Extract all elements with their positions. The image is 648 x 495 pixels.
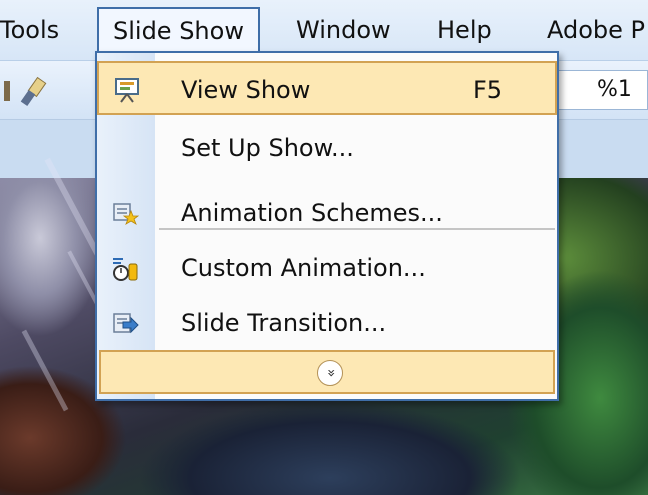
- zoom-field[interactable]: %1: [550, 70, 648, 110]
- slide-show-dropdown: View Show F5 Set Up Show... Animation Sc…: [95, 51, 559, 401]
- custom-animation-icon: [113, 258, 138, 281]
- custom-animation-label: Custom Animation...: [181, 254, 426, 282]
- view-show-icon: [115, 78, 139, 103]
- menu-expand-row[interactable]: »: [99, 350, 555, 394]
- chevron-double-down-icon[interactable]: »: [317, 360, 343, 386]
- menu-slide-show[interactable]: Slide Show: [97, 7, 260, 51]
- menu-item-animation-schemes[interactable]: Animation Schemes...: [97, 186, 557, 240]
- menu-item-set-up-show[interactable]: Set Up Show...: [97, 121, 557, 175]
- slide-transition-icon: [113, 313, 139, 334]
- menu-item-view-show[interactable]: View Show F5: [97, 61, 557, 115]
- view-show-shortcut: F5: [473, 76, 503, 104]
- view-show-label: View Show: [181, 76, 311, 104]
- menu-help[interactable]: Help: [437, 9, 492, 51]
- format-painter-icon[interactable]: [4, 75, 84, 107]
- animation-schemes-label: Animation Schemes...: [181, 199, 443, 227]
- menu-item-custom-animation[interactable]: Custom Animation...: [97, 241, 557, 295]
- set-up-show-label: Set Up Show...: [181, 134, 354, 162]
- animation-schemes-icon: [113, 203, 139, 225]
- menu-window[interactable]: Window: [296, 9, 391, 51]
- slide-transition-label: Slide Transition...: [181, 309, 387, 337]
- menu-item-slide-transition[interactable]: Slide Transition...: [97, 296, 557, 350]
- menu-adobe[interactable]: Adobe P: [547, 9, 645, 51]
- menu-tools[interactable]: Tools: [0, 9, 59, 51]
